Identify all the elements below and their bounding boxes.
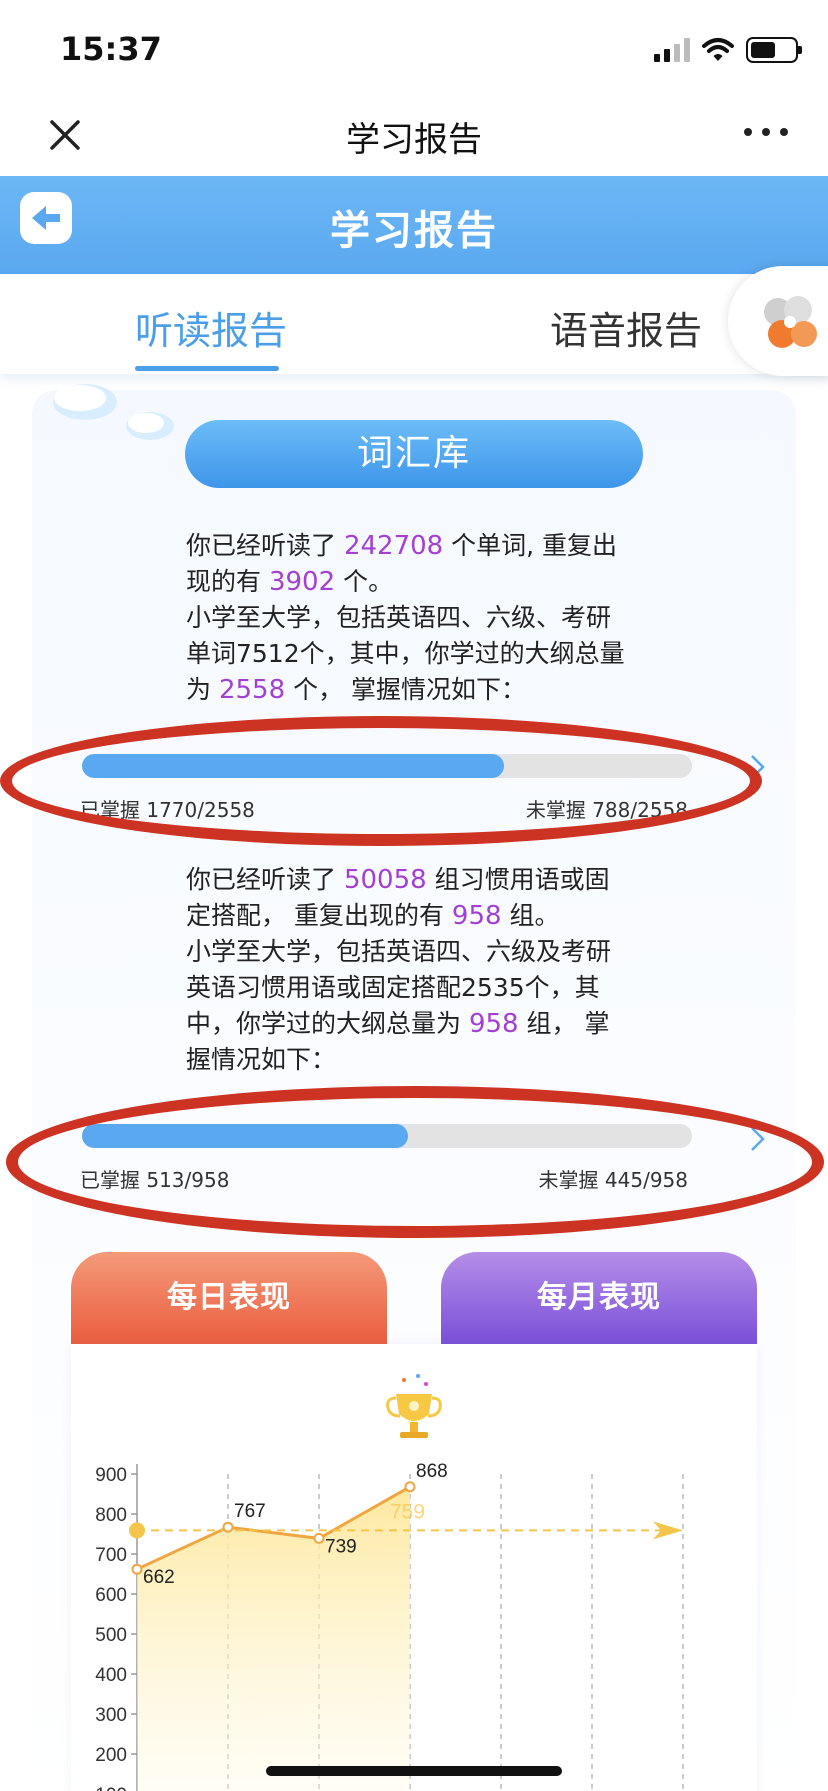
report-tabs: 听读报告 语音报告 <box>0 266 828 376</box>
score-line-chart: 900 800 700 600 500 400 300 200 100 759 662 767 739 8… <box>95 1374 684 1791</box>
floating-assistant-button[interactable] <box>728 266 828 376</box>
wifi-icon <box>702 38 734 61</box>
y-tick-label: 800 <box>95 1505 127 1526</box>
nav-bar: 学习报告 <box>0 96 828 176</box>
data-label: 868 <box>416 1461 448 1482</box>
vocab-title: 词汇库 <box>185 420 643 488</box>
data-point <box>131 1563 143 1575</box>
performance-chart: 900 800 700 600 500 400 300 200 100 759 662 767 739 8… <box>71 1344 757 1791</box>
average-dot <box>129 1522 145 1539</box>
data-point <box>222 1521 234 1533</box>
y-tick-label: 600 <box>95 1585 127 1606</box>
words-summary: 你已经听读了 242708 个单词, 重复出 现的有 3902 个。 小学至大学… <box>186 531 625 705</box>
average-label: 759 <box>390 1500 425 1523</box>
phrases-syllabus: 958 <box>468 1009 519 1039</box>
signal-icon <box>654 38 690 62</box>
monthly-performance-button[interactable]: 每月表现 <box>441 1252 757 1344</box>
y-tick-label: 700 <box>95 1545 127 1566</box>
highlight-ellipse <box>6 1086 824 1238</box>
y-tick-label: 200 <box>95 1745 127 1766</box>
y-tick-label: 400 <box>95 1665 127 1686</box>
data-point <box>313 1532 325 1544</box>
daily-performance-button[interactable]: 每日表现 <box>71 1252 387 1344</box>
words-repeat: 3902 <box>268 567 336 597</box>
phrases-summary: 你已经听读了 50058 组习惯用语或固 定搭配， 重复出现的有 958 组。 … <box>186 865 612 1074</box>
highlight-ellipse <box>0 716 762 846</box>
y-tick-label: 100 <box>95 1785 127 1791</box>
cloud-decoration-icon <box>53 384 174 440</box>
mascot-icon <box>764 296 817 348</box>
y-tick-label: 900 <box>95 1465 127 1486</box>
words-syllabus: 2558 <box>218 675 286 705</box>
battery-icon <box>746 37 802 63</box>
header-title: 学习报告 <box>330 208 498 254</box>
tab-listen-read-report[interactable]: 听读报告 <box>135 300 287 355</box>
tab-voice-report[interactable]: 语音报告 <box>550 300 702 355</box>
more-icon[interactable] <box>744 122 788 142</box>
report-header: 学习报告 <box>0 176 828 274</box>
data-point <box>404 1481 416 1493</box>
words-count: 242708 <box>343 531 444 561</box>
data-label: 739 <box>325 1536 357 1557</box>
phrases-count: 50058 <box>343 865 427 895</box>
status-bar: 15:37 <box>0 0 828 96</box>
nav-title: 学习报告 <box>346 120 482 160</box>
trophy-icon <box>386 1374 442 1438</box>
status-icons <box>654 36 802 64</box>
data-label: 662 <box>143 1567 175 1588</box>
phrases-repeat: 958 <box>451 901 502 931</box>
data-label: 767 <box>234 1501 266 1522</box>
y-tick-label: 500 <box>95 1625 127 1646</box>
y-tick-label: 300 <box>95 1705 127 1726</box>
home-indicator <box>266 1766 562 1776</box>
status-time: 15:37 <box>60 30 162 68</box>
